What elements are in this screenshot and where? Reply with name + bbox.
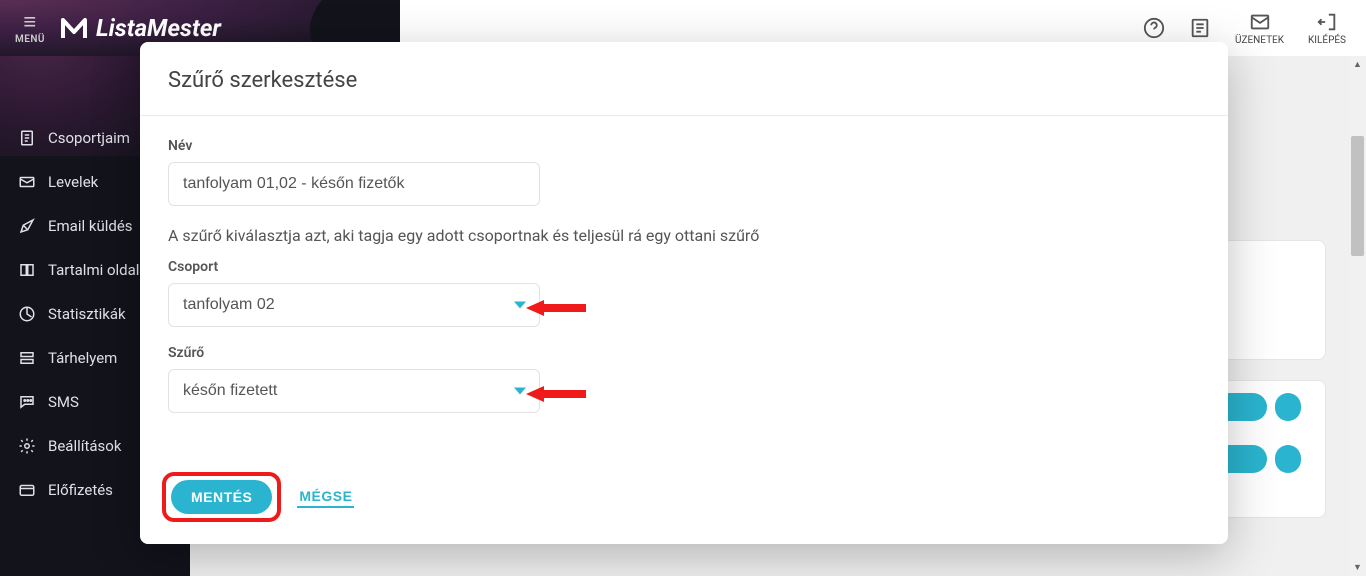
- filter-select-value[interactable]: [168, 369, 540, 413]
- save-button[interactable]: MENTÉS: [171, 480, 272, 514]
- helper-text: A szűrő kiválasztja azt, aki tagja egy a…: [168, 226, 1200, 245]
- group-label: Csoport: [168, 259, 1200, 275]
- filter-label: Szűrő: [168, 345, 1200, 361]
- save-highlight-annotation: MENTÉS: [162, 472, 281, 522]
- chevron-down-icon: [514, 388, 526, 395]
- filter-select[interactable]: [168, 369, 540, 413]
- chevron-down-icon: [514, 302, 526, 309]
- modal-title: Szűrő szerkesztése: [140, 42, 1228, 116]
- modal-footer: MENTÉS MÉGSE: [140, 460, 1228, 544]
- cancel-button[interactable]: MÉGSE: [297, 486, 354, 508]
- edit-filter-modal: Szűrő szerkesztése Név A szűrő kiválaszt…: [140, 42, 1228, 544]
- modal-body: Név A szűrő kiválasztja azt, aki tagja e…: [140, 116, 1228, 460]
- group-select[interactable]: [168, 283, 540, 327]
- modal-overlay: Szűrő szerkesztése Név A szűrő kiválaszt…: [0, 0, 1366, 576]
- name-input[interactable]: [168, 162, 540, 206]
- name-label: Név: [168, 138, 1200, 154]
- group-select-value[interactable]: [168, 283, 540, 327]
